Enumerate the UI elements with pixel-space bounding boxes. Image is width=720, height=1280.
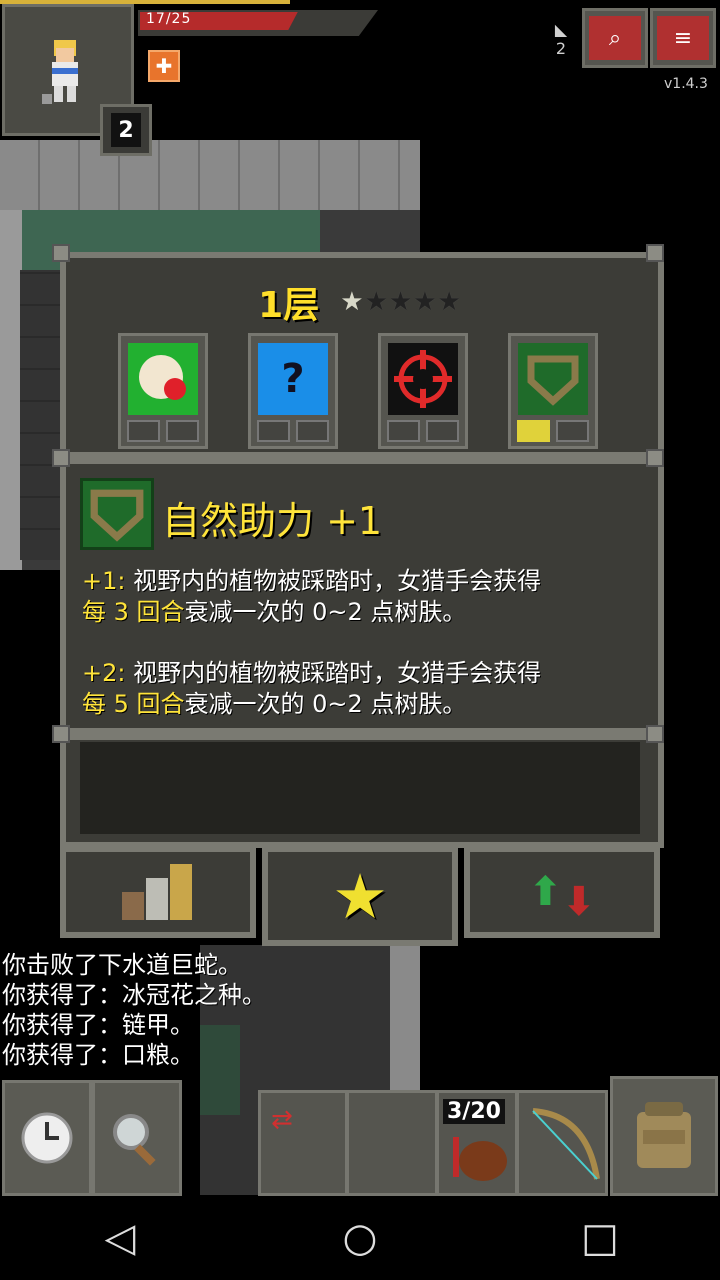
talent-point-pip [387, 420, 420, 442]
hp-text: 17/25 [146, 11, 192, 27]
menu-button[interactable]: ≡ [650, 8, 716, 68]
talent-slot-1[interactable] [118, 333, 208, 449]
magnifier-icon [113, 1114, 156, 1166]
wait-button[interactable] [2, 1080, 92, 1196]
talent-slot-2[interactable]: ? [248, 333, 338, 449]
window-corner [52, 449, 70, 467]
swap-arrows-icon: ⇄ [271, 1105, 293, 1135]
ammo-count: 3/20 [443, 1099, 505, 1124]
journal-search-button[interactable]: ⌕ [582, 8, 648, 68]
talent-point-pip [257, 420, 290, 442]
window-corner [646, 449, 664, 467]
home-button[interactable]: ○ [320, 1215, 400, 1261]
tab-stats[interactable] [60, 846, 256, 938]
star-icon: ★ [332, 859, 388, 933]
selected-talent-shield-icon [80, 478, 154, 550]
food-plate-icon [128, 343, 198, 415]
talent-desc-rank1: +1: 视野内的植物被踩踏时，女猎手会获得每 3 回合衰减一次的 0~2 点树肤… [82, 566, 652, 628]
magnifier-book-icon: ⌕ [589, 16, 641, 60]
down-arrow-icon: ⬇ [562, 879, 596, 925]
quickslot-ammo[interactable]: 3/20 [436, 1090, 518, 1196]
talent-description: +1: 视野内的植物被踩踏时，女猎手会获得每 3 回合衰减一次的 0~2 点树肤… [82, 566, 652, 750]
clock-icon [21, 1112, 73, 1164]
left-wall [0, 210, 22, 570]
talent-slot-4[interactable] [508, 333, 598, 449]
window-divider [60, 728, 664, 740]
desc-tail: 衰减一次的 0~2 点树肤。 [184, 690, 467, 718]
desc-highlight: 每 3 回合 [82, 598, 185, 626]
star-icon: ★ [388, 287, 414, 317]
log-line: 你获得了：口粮。 [2, 1041, 194, 1069]
search-button[interactable] [92, 1080, 182, 1196]
stairs-icon: ◣ [554, 20, 568, 39]
window-corner [52, 244, 70, 262]
backpack-button[interactable] [610, 1076, 718, 1196]
star-icon: ★ [364, 287, 389, 317]
talent-point-pip [426, 420, 459, 442]
log-line: 你获得了：冰冠花之种。 [2, 981, 266, 1009]
talent-point-pip [166, 420, 199, 442]
talent-point-pip [556, 420, 589, 442]
log-line: 你获得了：链甲。 [2, 1011, 194, 1039]
tier-header: 1层 ★★★★★ [0, 276, 720, 328]
crosshair-icon [388, 343, 458, 415]
floor-label: 1层 [258, 285, 320, 326]
desc-highlight: 每 5 回合 [82, 690, 185, 718]
huntress-avatar-icon [42, 40, 78, 104]
sewer-wall [0, 140, 420, 210]
level-number: 2 [111, 113, 141, 147]
log-line: 你击败了下水道巨蛇。 [2, 951, 242, 979]
star-icon: ★ [340, 287, 365, 317]
star-icon: ★ [413, 287, 438, 317]
level-badge: 2 [100, 104, 152, 156]
plus-buff-icon[interactable]: ✚ [148, 50, 180, 82]
bow-icon [532, 1108, 600, 1180]
window-corner [52, 725, 70, 743]
rank-prefix: +1: [82, 567, 126, 595]
talent-point-pip [296, 420, 329, 442]
talent-slot-3[interactable] [378, 333, 468, 449]
tab-talents[interactable]: ★ [262, 846, 458, 946]
desc-tail: 衰减一次的 0~2 点树肤。 [184, 598, 467, 626]
tab-upgrade[interactable]: ⬆ ⬇ [464, 846, 660, 938]
star-icon: ★ [437, 287, 462, 317]
quickslot-swap[interactable]: ⇄ [258, 1090, 348, 1196]
talent-desc-rank2: +2: 视野内的植物被踩踏时，女猎手会获得每 5 回合衰减一次的 0~2 点树肤… [82, 658, 652, 720]
window-divider [60, 452, 664, 464]
desc-text: 视野内的植物被踩踏时，女猎手会获得 [125, 567, 542, 595]
window-corner [646, 725, 664, 743]
depth-number: 2 [555, 39, 567, 58]
stats-bars-icon [122, 864, 192, 920]
tier-stars: ★★★★★ [340, 287, 462, 317]
back-button[interactable]: ◁ [80, 1215, 160, 1261]
desc-text: 视野内的植物被踩踏时，女猎手会获得 [125, 659, 542, 687]
version-label: v1.4.3 [664, 76, 708, 92]
talent-point-pip [127, 420, 160, 442]
game-log: 你击败了下水道巨蛇。 你获得了：冰冠花之种。 你获得了：链甲。 你获得了：口粮。 [2, 950, 266, 1070]
recent-apps-button[interactable]: □ [560, 1215, 640, 1261]
question-mark-icon: ? [258, 343, 328, 415]
talent-name: 自然助力 +1 [162, 499, 383, 543]
system-nav-bar: ◁ ○ □ [0, 1196, 720, 1280]
talent-action-area [80, 742, 640, 834]
depth-indicator[interactable]: ◣ 2 [548, 20, 574, 70]
up-arrow-icon: ⬆ [528, 869, 562, 915]
shield-icon [518, 343, 588, 415]
quickslot-empty[interactable] [346, 1090, 438, 1196]
talent-point-pip-filled [517, 420, 550, 442]
ammo-pouch-icon [453, 1137, 507, 1181]
window-corner [646, 244, 664, 262]
rank-prefix: +2: [82, 659, 126, 687]
menu-lines-icon: ≡ [657, 16, 709, 60]
quickslot-weapon[interactable] [516, 1090, 608, 1196]
backpack-icon [637, 1102, 691, 1168]
